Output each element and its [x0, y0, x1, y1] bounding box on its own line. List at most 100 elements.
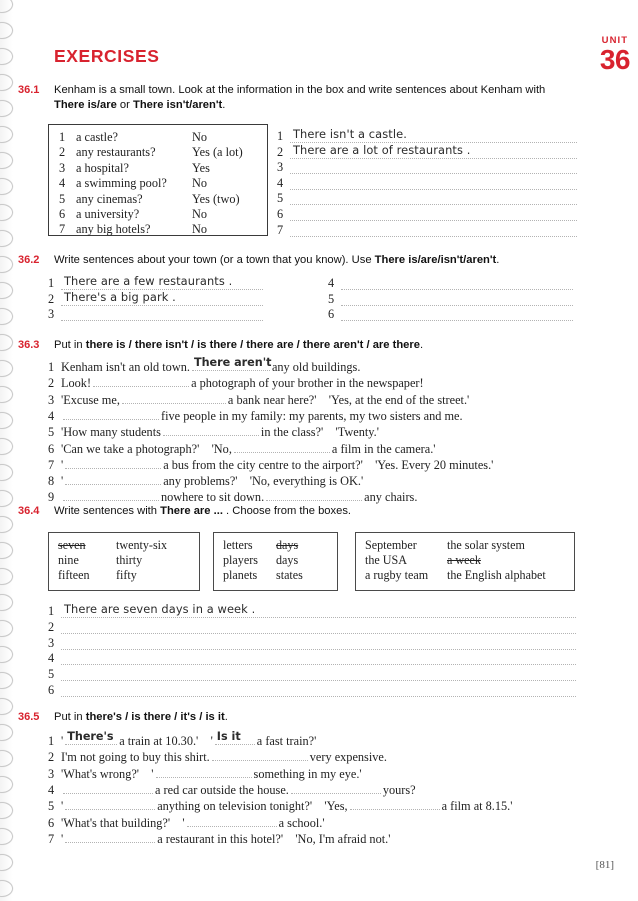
answer-write-line[interactable] — [61, 307, 263, 322]
word-box-row: letters days — [223, 538, 328, 553]
spiral-coil — [0, 750, 13, 767]
gap-blank[interactable] — [186, 815, 277, 827]
word-option[interactable]: the solar system — [447, 538, 579, 553]
gap-blank[interactable] — [63, 489, 159, 502]
word-option[interactable]: the English alphabet — [447, 568, 579, 583]
answer-write-line[interactable]: There isn't a castle. — [290, 127, 577, 143]
answer-line[interactable]: 1 There isn't a castle. — [277, 127, 577, 143]
sentence-text: any old buildings. — [271, 360, 361, 374]
gap-blank[interactable] — [211, 749, 308, 762]
gap-blank[interactable]: Is it — [214, 730, 255, 745]
info-row-answer: No — [192, 207, 208, 222]
gap-blank[interactable] — [290, 782, 381, 794]
answer-line[interactable]: 3 — [48, 636, 576, 650]
word-option-used[interactable]: days — [276, 538, 336, 553]
answer-line[interactable]: 3 — [277, 160, 577, 175]
answer-write-line[interactable] — [290, 160, 577, 175]
gap-blank[interactable] — [155, 766, 252, 778]
info-row: 4 a swimming pool? No — [59, 176, 257, 191]
instruction-bold: there is / there isn't / is there / ther… — [85, 339, 420, 351]
instruction-end: . — [419, 339, 424, 351]
gap-blank[interactable] — [65, 457, 162, 469]
gapfill-sentence: 4 five people in my family: my parents, m… — [48, 408, 463, 424]
gap-blank[interactable] — [349, 798, 440, 811]
gap-blank[interactable] — [65, 473, 162, 486]
answer-line[interactable]: 6 — [277, 207, 577, 221]
answer-write-line[interactable] — [341, 276, 573, 290]
answer-line[interactable]: 4 — [277, 176, 577, 190]
answer-write-line[interactable]: There are seven days in a week . — [61, 602, 576, 618]
answer-number: 5 — [48, 667, 55, 682]
word-box-row: players days — [223, 553, 328, 568]
word-option[interactable]: a rugby team — [365, 568, 447, 583]
gap-blank[interactable] — [63, 782, 153, 794]
gap-blank[interactable] — [121, 392, 226, 404]
word-option[interactable]: players — [223, 553, 276, 568]
handwritten-answer: There isn't a castle. — [293, 127, 407, 141]
word-option[interactable]: states — [276, 568, 336, 583]
word-option-used[interactable]: seven — [58, 538, 116, 553]
info-row: 1 a castle? No — [59, 130, 257, 145]
word-option[interactable]: planets — [223, 568, 276, 583]
gap-blank[interactable] — [93, 375, 190, 388]
answer-write-line[interactable] — [61, 651, 576, 666]
word-option[interactable]: days — [276, 553, 336, 568]
answer-line[interactable]: 1 There are seven days in a week . — [48, 602, 576, 618]
word-option[interactable]: twenty-six — [116, 538, 208, 553]
gap-blank[interactable] — [162, 424, 259, 437]
answer-write-line[interactable] — [341, 307, 573, 322]
answer-write-line[interactable] — [61, 636, 576, 650]
answer-number: 4 — [328, 276, 335, 290]
answer-write-line[interactable]: There are a few restaurants . — [61, 274, 263, 290]
word-option[interactable]: fifty — [116, 568, 208, 583]
gap-blank[interactable] — [266, 489, 363, 502]
spiral-coil — [0, 698, 13, 715]
sentence-text: in the class?' 'Twenty.' — [260, 425, 379, 440]
answer-line[interactable]: 2 There's a big park . — [48, 290, 263, 306]
answer-write-line[interactable] — [61, 667, 576, 682]
word-option[interactable]: September — [365, 538, 447, 553]
answer-line[interactable]: 5 — [277, 191, 577, 206]
word-option[interactable]: fifteen — [58, 568, 116, 583]
answer-write-line[interactable] — [290, 223, 577, 237]
answer-write-line[interactable] — [290, 176, 577, 190]
answer-line[interactable]: 1 There are a few restaurants . — [48, 274, 263, 290]
word-option-used[interactable]: a week — [447, 553, 579, 568]
info-row: 6 a university? No — [59, 207, 257, 222]
gap-blank[interactable] — [233, 441, 330, 453]
word-option[interactable]: nine — [58, 553, 116, 568]
gap-blank[interactable] — [65, 798, 156, 811]
info-row-question: any restaurants? — [76, 145, 156, 160]
word-option[interactable]: the USA — [365, 553, 447, 568]
sentence-number: 5 — [48, 799, 55, 814]
answer-write-line[interactable] — [61, 683, 576, 697]
answer-write-line[interactable]: There are a lot of restaurants . — [290, 143, 577, 159]
spiral-coil — [0, 204, 13, 221]
answer-line[interactable]: 4 — [328, 276, 573, 290]
answer-line[interactable]: 2 — [48, 620, 576, 634]
answer-write-line[interactable] — [341, 292, 573, 306]
word-option[interactable]: letters — [223, 538, 276, 553]
answer-line[interactable]: 5 — [48, 667, 576, 682]
spiral-coil — [0, 516, 13, 533]
answer-number: 2 — [277, 144, 284, 159]
gap-blank[interactable]: There's — [65, 730, 118, 745]
answer-write-line[interactable] — [290, 191, 577, 206]
answer-line[interactable]: 4 — [48, 651, 576, 666]
answer-line[interactable]: 3 — [48, 307, 263, 322]
sentence-text: a film at 8.15.' — [441, 799, 513, 814]
answer-line[interactable]: 7 — [277, 223, 577, 237]
answer-write-line[interactable] — [61, 620, 576, 634]
answer-write-line[interactable]: There's a big park . — [61, 290, 263, 306]
gap-blank[interactable] — [63, 408, 159, 420]
answer-line[interactable]: 6 — [328, 307, 573, 322]
gap-blank[interactable] — [65, 831, 156, 843]
answer-line[interactable]: 5 — [328, 292, 573, 306]
gapfill-sentence: 8 ' any problems?' 'No, everything is OK.' — [48, 473, 363, 489]
gap-blank[interactable]: There aren't — [191, 356, 272, 371]
answer-line[interactable]: 2 There are a lot of restaurants . — [277, 143, 577, 159]
answer-write-line[interactable] — [290, 207, 577, 221]
answer-line[interactable]: 6 — [48, 683, 576, 697]
word-option[interactable]: thirty — [116, 553, 208, 568]
handwritten-gap-answer: There's — [67, 730, 114, 743]
